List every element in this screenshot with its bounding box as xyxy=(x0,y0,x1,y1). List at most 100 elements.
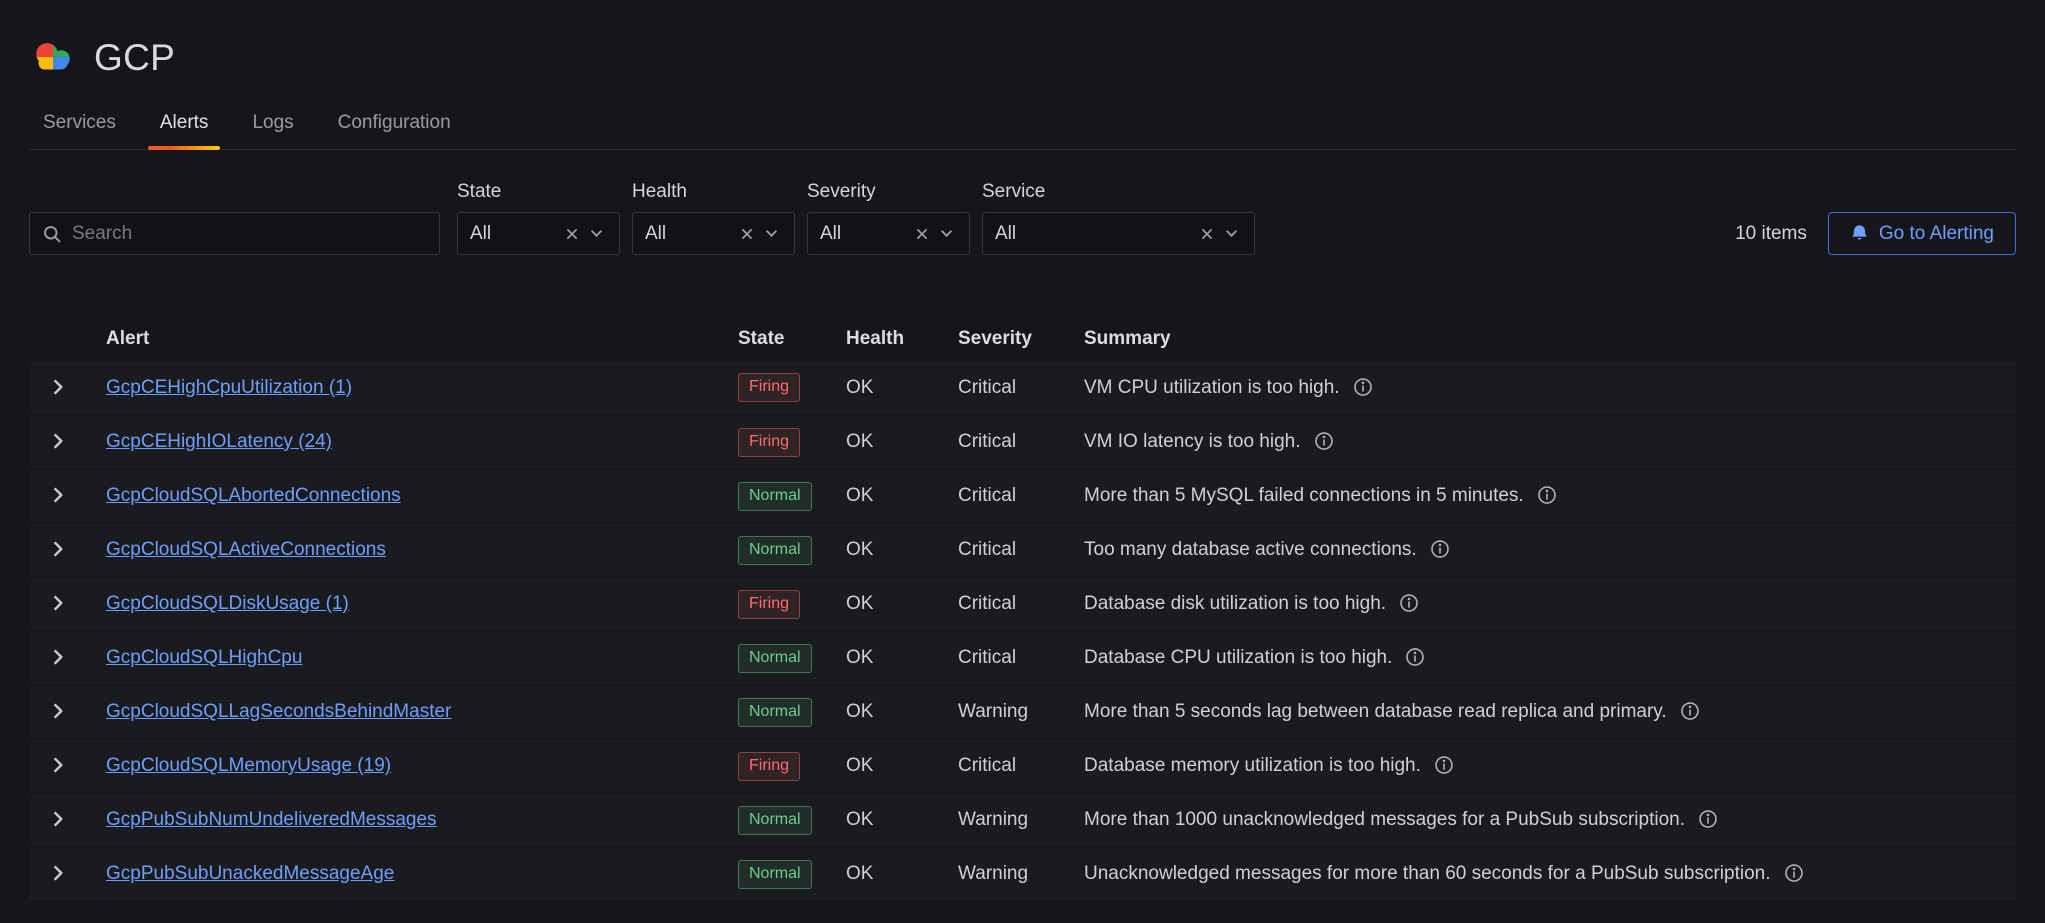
expand-chevron-icon[interactable] xyxy=(45,536,71,562)
severity-select-value: All xyxy=(820,223,910,245)
items-count: 10 items xyxy=(1735,212,1807,255)
tab-logs[interactable]: Logs xyxy=(238,104,307,149)
search-icon xyxy=(42,224,62,244)
severity-cell: Critical xyxy=(958,577,1084,631)
alert-link[interactable]: GcpCloudSQLMemoryUsage (19) xyxy=(106,755,391,776)
filter-group-severity: Severity All xyxy=(807,181,970,255)
filter-group-state: State All xyxy=(457,181,620,255)
health-cell: OK xyxy=(846,631,958,685)
col-header-summary: Summary xyxy=(1084,317,2016,361)
gcp-integration-page: GCP Services Alerts Logs Configuration S… xyxy=(0,0,2045,923)
alert-link[interactable]: GcpCloudSQLAbortedConnections xyxy=(106,485,401,506)
alert-link[interactable]: GcpCEHighCpuUtilization (1) xyxy=(106,377,352,398)
summary-text: Database memory utilization is too high. xyxy=(1084,755,1421,776)
severity-select[interactable]: All xyxy=(807,212,970,255)
severity-cell: Critical xyxy=(958,523,1084,577)
state-badge: Firing xyxy=(738,752,800,781)
expand-chevron-icon[interactable] xyxy=(45,806,71,832)
alert-link[interactable]: GcpCloudSQLDiskUsage (1) xyxy=(106,593,349,614)
search-input[interactable] xyxy=(72,223,427,245)
info-icon[interactable] xyxy=(1430,539,1450,559)
clear-icon[interactable] xyxy=(1195,225,1219,243)
alert-link[interactable]: GcpPubSubUnackedMessageAge xyxy=(106,863,394,884)
alert-link[interactable]: GcpCloudSQLLagSecondsBehindMaster xyxy=(106,701,451,722)
page-title: GCP xyxy=(94,37,175,79)
chevron-down-icon[interactable] xyxy=(934,224,959,243)
clear-icon[interactable] xyxy=(560,225,584,243)
col-header-alert: Alert xyxy=(106,317,738,361)
health-cell: OK xyxy=(846,415,958,469)
expand-chevron-icon[interactable] xyxy=(45,644,71,670)
expand-chevron-icon[interactable] xyxy=(45,590,71,616)
chevron-down-icon[interactable] xyxy=(759,224,784,243)
summary-text: More than 1000 unacknowledged messages f… xyxy=(1084,809,1685,830)
expand-chevron-icon[interactable] xyxy=(45,752,71,778)
go-to-alerting-button[interactable]: Go to Alerting xyxy=(1828,212,2016,255)
summary-text: VM IO latency is too high. xyxy=(1084,431,1301,452)
alert-link[interactable]: GcpCloudSQLHighCpu xyxy=(106,647,302,668)
service-select[interactable]: All xyxy=(982,212,1255,255)
chevron-down-icon[interactable] xyxy=(1219,224,1244,243)
service-select-value: All xyxy=(995,223,1195,245)
col-header-health: Health xyxy=(846,317,958,361)
table-row: GcpCEHighIOLatency (24) Firing OK Critic… xyxy=(29,415,2016,469)
clear-icon[interactable] xyxy=(910,225,934,243)
expand-chevron-icon[interactable] xyxy=(45,482,71,508)
table-row: GcpPubSubNumUndeliveredMessages Normal O… xyxy=(29,793,2016,847)
expand-chevron-icon[interactable] xyxy=(45,698,71,724)
tab-services[interactable]: Services xyxy=(29,104,130,149)
chevron-down-icon[interactable] xyxy=(584,224,609,243)
expand-chevron-icon[interactable] xyxy=(45,428,71,454)
summary-text: More than 5 seconds lag between database… xyxy=(1084,701,1667,722)
col-header-severity: Severity xyxy=(958,317,1084,361)
severity-cell: Warning xyxy=(958,847,1084,901)
summary-text: More than 5 MySQL failed connections in … xyxy=(1084,485,1524,506)
health-cell: OK xyxy=(846,685,958,739)
filter-group-health: Health All xyxy=(632,181,795,255)
summary-text: Too many database active connections. xyxy=(1084,539,1417,560)
severity-cell: Critical xyxy=(958,739,1084,793)
state-badge: Normal xyxy=(738,806,812,835)
table-row: GcpCEHighCpuUtilization (1) Firing OK Cr… xyxy=(29,361,2016,415)
table-row: GcpCloudSQLAbortedConnections Normal OK … xyxy=(29,469,2016,523)
filter-label-health: Health xyxy=(632,181,795,203)
tab-configuration[interactable]: Configuration xyxy=(324,104,465,149)
table-row: GcpCloudSQLLagSecondsBehindMaster Normal… xyxy=(29,685,2016,739)
alert-link[interactable]: GcpCloudSQLActiveConnections xyxy=(106,539,386,560)
health-cell: OK xyxy=(846,793,958,847)
page-header: GCP xyxy=(29,0,2016,82)
tab-alerts[interactable]: Alerts xyxy=(146,104,223,149)
health-select[interactable]: All xyxy=(632,212,795,255)
info-icon[interactable] xyxy=(1399,593,1419,613)
filter-label-service: Service xyxy=(982,181,1255,203)
health-cell: OK xyxy=(846,361,958,415)
alert-link[interactable]: GcpCEHighIOLatency (24) xyxy=(106,431,332,452)
clear-icon[interactable] xyxy=(735,225,759,243)
severity-cell: Warning xyxy=(958,685,1084,739)
info-icon[interactable] xyxy=(1680,701,1700,721)
severity-cell: Critical xyxy=(958,631,1084,685)
summary-text: Unacknowledged messages for more than 60… xyxy=(1084,863,1771,884)
bell-icon xyxy=(1850,224,1869,243)
info-icon[interactable] xyxy=(1405,647,1425,667)
table-row: GcpCloudSQLDiskUsage (1) Firing OK Criti… xyxy=(29,577,2016,631)
filter-label-severity: Severity xyxy=(807,181,970,203)
summary-text: VM CPU utilization is too high. xyxy=(1084,377,1340,398)
expand-chevron-icon[interactable] xyxy=(45,374,71,400)
alert-link[interactable]: GcpPubSubNumUndeliveredMessages xyxy=(106,809,437,830)
filter-bar: State All Health All xyxy=(29,181,2016,255)
info-icon[interactable] xyxy=(1434,755,1454,775)
info-icon[interactable] xyxy=(1353,377,1373,397)
expand-chevron-icon[interactable] xyxy=(45,860,71,886)
col-header-expand xyxy=(29,317,106,361)
info-icon[interactable] xyxy=(1784,863,1804,883)
state-select[interactable]: All xyxy=(457,212,620,255)
health-cell: OK xyxy=(846,739,958,793)
alerts-table-wrapper: Alert State Health Severity Summary GcpC… xyxy=(29,317,2016,902)
info-icon[interactable] xyxy=(1537,485,1557,505)
info-icon[interactable] xyxy=(1698,809,1718,829)
health-cell: OK xyxy=(846,523,958,577)
state-badge: Firing xyxy=(738,590,800,619)
info-icon[interactable] xyxy=(1314,431,1334,451)
summary-text: Database disk utilization is too high. xyxy=(1084,593,1386,614)
